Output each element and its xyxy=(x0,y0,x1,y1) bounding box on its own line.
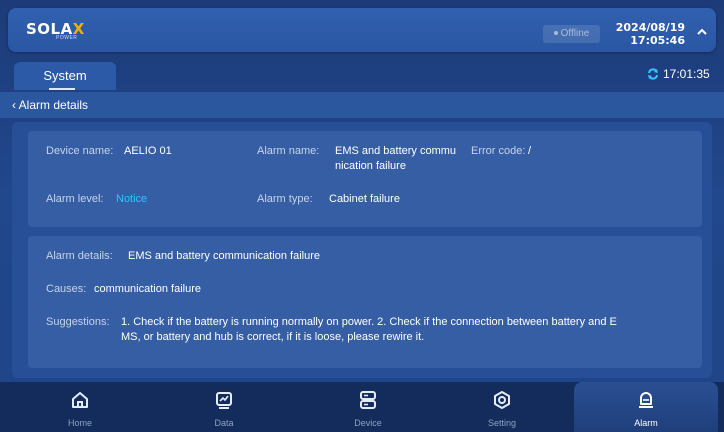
alarm-level-value: Notice xyxy=(116,193,148,205)
chevron-up-icon[interactable] xyxy=(694,25,710,41)
alarm-level-label: Alarm level: xyxy=(46,193,104,205)
details-label: Alarm details: xyxy=(46,250,113,262)
alarm-name-line1: EMS and battery commu xyxy=(335,145,457,157)
nav-alarm-label: Alarm xyxy=(634,418,658,428)
status-text: Offline xyxy=(560,28,590,39)
status-dot-icon xyxy=(553,31,558,36)
connection-status-badge: Offline xyxy=(543,25,600,43)
alarm-icon xyxy=(636,390,656,410)
header-datetime: 2024/08/19 17:05:46 xyxy=(613,21,685,47)
gear-icon xyxy=(492,390,512,410)
breadcrumb-bar: ‹ Alarm details xyxy=(0,92,724,118)
header-date: 2024/08/19 xyxy=(615,21,685,34)
nav-setting-label: Setting xyxy=(487,418,517,428)
nav-device[interactable]: Device xyxy=(296,382,440,432)
suggestions-line1: 1. Check if the battery is running norma… xyxy=(121,316,617,328)
logo-subtitle: POWER xyxy=(56,35,78,41)
breadcrumb-label: Alarm details xyxy=(18,98,89,112)
header-bar: SOLAX POWER Offline 2024/08/19 17:05:46 xyxy=(8,8,716,52)
sync-time: 17:01:35 xyxy=(663,67,710,81)
tab-system[interactable]: System xyxy=(14,62,116,90)
bottom-nav: Home Data Device Setting Alarm xyxy=(0,382,724,432)
tab-row: System 17:01:35 xyxy=(0,60,724,90)
alarm-type-value: Cabinet failure xyxy=(329,193,400,205)
nav-alarm[interactable]: Alarm xyxy=(574,382,718,432)
causes-value: communication failure xyxy=(94,283,201,295)
chart-icon xyxy=(214,390,234,410)
alarm-type-label: Alarm type: xyxy=(257,193,313,205)
nav-home-label: Home xyxy=(67,418,92,428)
nav-home[interactable]: Home xyxy=(8,382,152,432)
error-code-value: / xyxy=(528,145,532,157)
refresh-icon[interactable] xyxy=(647,68,659,83)
home-icon xyxy=(70,390,90,410)
alarm-name-label: Alarm name: xyxy=(257,145,320,157)
chevron-left-icon: ‹ xyxy=(12,98,19,112)
device-name-label: Device name: xyxy=(46,145,114,157)
header-time: 17:05:46 xyxy=(630,34,685,47)
alarm-summary-card: Device name: AELIO 01 Alarm name: EMS an… xyxy=(28,131,702,227)
solax-logo: SOLAX POWER xyxy=(26,20,86,44)
tab-underline xyxy=(49,88,75,90)
alarm-name-line2: nication failure xyxy=(335,160,406,172)
server-icon xyxy=(358,390,378,410)
nav-device-label: Device xyxy=(354,418,382,428)
causes-label: Causes: xyxy=(46,283,87,295)
alarm-details-card: Alarm details: EMS and battery communica… xyxy=(28,236,702,368)
error-code-label: Error code: xyxy=(471,145,526,157)
nav-data[interactable]: Data xyxy=(152,382,296,432)
nav-data-label: Data xyxy=(214,418,234,428)
nav-setting[interactable]: Setting xyxy=(430,382,574,432)
suggestions-label: Suggestions: xyxy=(46,316,110,328)
tab-system-label: System xyxy=(43,68,87,83)
details-value: EMS and battery communication failure xyxy=(128,250,320,262)
app-frame: SOLAX POWER Offline 2024/08/19 17:05:46 … xyxy=(0,0,724,432)
device-name-value: AELIO 01 xyxy=(124,145,172,157)
back-button[interactable]: ‹ Alarm details xyxy=(12,98,88,112)
suggestions-line2: MS, or battery and hub is correct, if it… xyxy=(121,331,425,343)
